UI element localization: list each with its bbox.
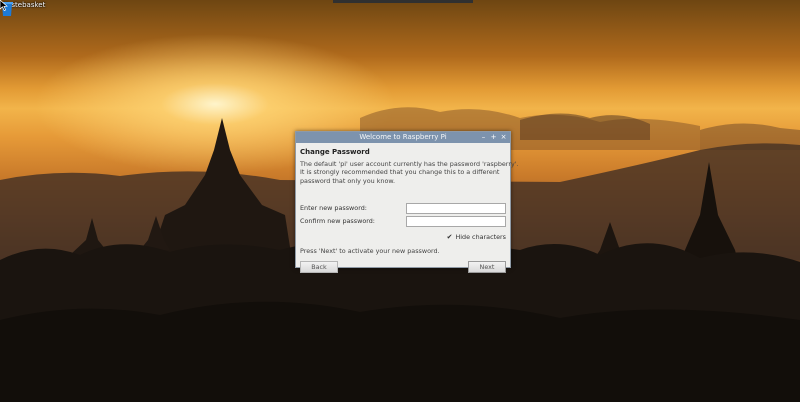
close-icon[interactable]: × bbox=[500, 134, 507, 141]
description-line: The default 'pi' user account currently … bbox=[300, 160, 519, 168]
new-password-label: Enter new password: bbox=[300, 204, 367, 212]
maximize-icon[interactable]: + bbox=[490, 134, 497, 141]
top-panel-edge bbox=[333, 0, 473, 3]
hide-characters-label: Hide characters bbox=[455, 233, 506, 241]
desktop-background: Wastebasket Welcome to Raspberry Pi – + … bbox=[0, 0, 800, 402]
description-line: It is strongly recommended that you chan… bbox=[300, 168, 500, 177]
page-heading: Change Password bbox=[300, 148, 370, 156]
confirm-password-label: Confirm new password: bbox=[300, 217, 375, 225]
activation-note: Press 'Next' to activate your new passwo… bbox=[300, 247, 440, 255]
confirm-password-input[interactable] bbox=[406, 215, 506, 227]
window-controls: – + × bbox=[480, 132, 507, 143]
dialog-title: Welcome to Raspberry Pi bbox=[359, 133, 447, 141]
password-description: The default 'pi' user account currently … bbox=[300, 160, 519, 185]
back-button[interactable]: Back bbox=[300, 261, 338, 273]
dialog-titlebar[interactable]: Welcome to Raspberry Pi – + × bbox=[296, 132, 510, 143]
mouse-cursor-icon bbox=[0, 0, 8, 11]
description-line: password that only you know. bbox=[300, 176, 396, 185]
next-button[interactable]: Next bbox=[468, 261, 506, 273]
dialog-content: Change Password The default 'pi' user ac… bbox=[296, 143, 519, 273]
checkmark-icon[interactable]: ✔ bbox=[447, 232, 453, 242]
confirm-password-row: Confirm new password: bbox=[300, 215, 506, 227]
hide-characters-toggle[interactable]: ✔ Hide characters bbox=[447, 232, 506, 242]
welcome-dialog: Welcome to Raspberry Pi – + × Change Pas… bbox=[295, 131, 519, 273]
minimize-icon[interactable]: – bbox=[480, 134, 487, 141]
new-password-input[interactable] bbox=[406, 202, 506, 214]
new-password-row: Enter new password: bbox=[300, 202, 506, 214]
